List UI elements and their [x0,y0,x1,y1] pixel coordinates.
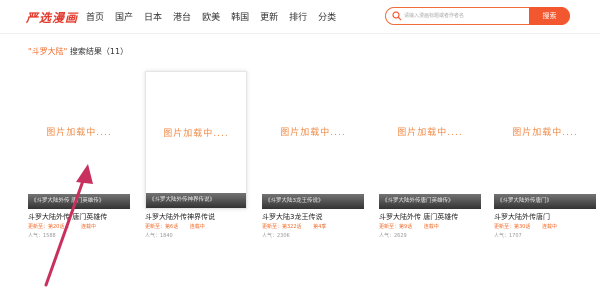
comic-cover[interactable]: 图片加载中.... 《斗罗大陆外传 唐门英雄传》 [28,71,130,209]
nav-category[interactable]: 分类 [318,10,336,23]
nav-japan[interactable]: 日本 [144,10,162,23]
cover-caption: 《斗罗大陆外传唐门》 [494,194,596,209]
comic-card[interactable]: 图片加载中.... 《斗罗大陆外传 唐门英雄传》 斗罗大陆外传 唐门英雄传 更新… [28,71,130,271]
comic-meta: 更新至：第20话… 连载中 [28,223,96,230]
comic-update: 更新至：第9话 [379,224,413,230]
cover-caption: 《斗罗大陆外传神界传说》 [146,193,246,208]
nav-western[interactable]: 欧美 [202,10,220,23]
search-result-heading: "斗罗大陆" 搜索结果（11） [28,46,128,57]
comic-update: 更新至：第20话… [28,224,70,230]
search-icon [392,11,402,21]
loading-placeholder: 图片加载中.... [163,129,229,139]
comic-meta: 更新至：第9话 连载中 [379,223,439,230]
comic-status: 连载中 [423,224,439,230]
search-keyword: "斗罗大陆" [28,47,68,56]
comic-title[interactable]: 斗罗大陆3龙王传说 [262,212,322,222]
comic-views: 人气：230K [262,233,290,239]
comic-update: 更新至：第322话 [262,224,302,230]
comic-meta: 更新至：第6话 连载中 [145,223,205,230]
loading-placeholder: 图片加载中.... [512,128,578,138]
nav-domestic[interactable]: 国产 [115,10,133,23]
cover-caption: 《斗罗大陆外传唐门英雄传》 [379,194,481,209]
comic-meta: 更新至：第30话 连载中 [494,223,557,230]
comic-cover[interactable]: 图片加载中.... 《斗罗大陆外传神界传说》 [145,71,247,209]
comic-views: 人气：1840 [145,233,173,239]
comic-card[interactable]: 图片加载中.... 《斗罗大陆外传唐门》 斗罗大陆外传唐门 更新至：第30话 连… [494,71,596,271]
comic-title[interactable]: 斗罗大陆外传 唐门英雄传 [28,212,107,222]
site-logo[interactable]: 严选漫画 [26,9,78,26]
comic-cover[interactable]: 图片加载中.... 《斗罗大陆外传唐门》 [494,71,596,209]
comic-update: 更新至：第30话 [494,224,531,230]
comic-card[interactable]: 图片加载中.... 《斗罗大陆3龙王传说》 斗罗大陆3龙王传说 更新至：第322… [262,71,364,271]
comic-views: 人气：1588 [28,233,56,239]
comic-card[interactable]: 图片加载中.... 《斗罗大陆外传神界传说》 斗罗大陆外传神界传说 更新至：第6… [145,71,247,271]
cover-caption: 《斗罗大陆3龙王传说》 [262,194,364,209]
main-nav: 首页 国产 日本 港台 欧美 韩国 更新 排行 分类 [86,10,347,23]
nav-home[interactable]: 首页 [86,10,104,23]
comic-status: 连载中 [541,224,557,230]
comic-title[interactable]: 斗罗大陆外传神界传说 [145,212,215,222]
comic-update: 更新至：第6话 [145,224,179,230]
cover-caption: 《斗罗大陆外传 唐门英雄传》 [28,194,130,209]
search-bar: 搜索 [385,7,570,25]
nav-korea[interactable]: 韩国 [231,10,249,23]
loading-placeholder: 图片加载中.... [397,128,463,138]
search-button[interactable]: 搜索 [529,7,570,25]
nav-hk-tw[interactable]: 港台 [173,10,191,23]
site-header: 严选漫画 首页 国产 日本 港台 欧美 韩国 更新 排行 分类 搜索 [0,0,600,34]
loading-placeholder: 图片加载中.... [46,128,112,138]
comic-cover[interactable]: 图片加载中.... 《斗罗大陆外传唐门英雄传》 [379,71,481,209]
comic-title[interactable]: 斗罗大陆外传 唐门英雄传 [379,212,458,222]
comic-status: 连载中 [189,224,205,230]
comic-card[interactable]: 图片加载中.... 《斗罗大陆外传唐门英雄传》 斗罗大陆外传 唐门英雄传 更新至… [379,71,481,271]
comic-views: 人气：1707 [494,233,522,239]
nav-ranking[interactable]: 排行 [289,10,307,23]
comic-meta: 更新至：第322话 第4季 [262,223,326,230]
comic-title[interactable]: 斗罗大陆外传唐门 [494,212,550,222]
comic-views: 人气：2629 [379,233,407,239]
comic-cover[interactable]: 图片加载中.... 《斗罗大陆3龙王传说》 [262,71,364,209]
loading-placeholder: 图片加载中.... [280,128,346,138]
search-input[interactable] [404,9,514,23]
nav-updates[interactable]: 更新 [260,10,278,23]
search-result-count: 搜索结果（11） [69,47,129,56]
comic-status: 连载中 [80,224,96,230]
comic-status: 第4季 [313,224,327,230]
